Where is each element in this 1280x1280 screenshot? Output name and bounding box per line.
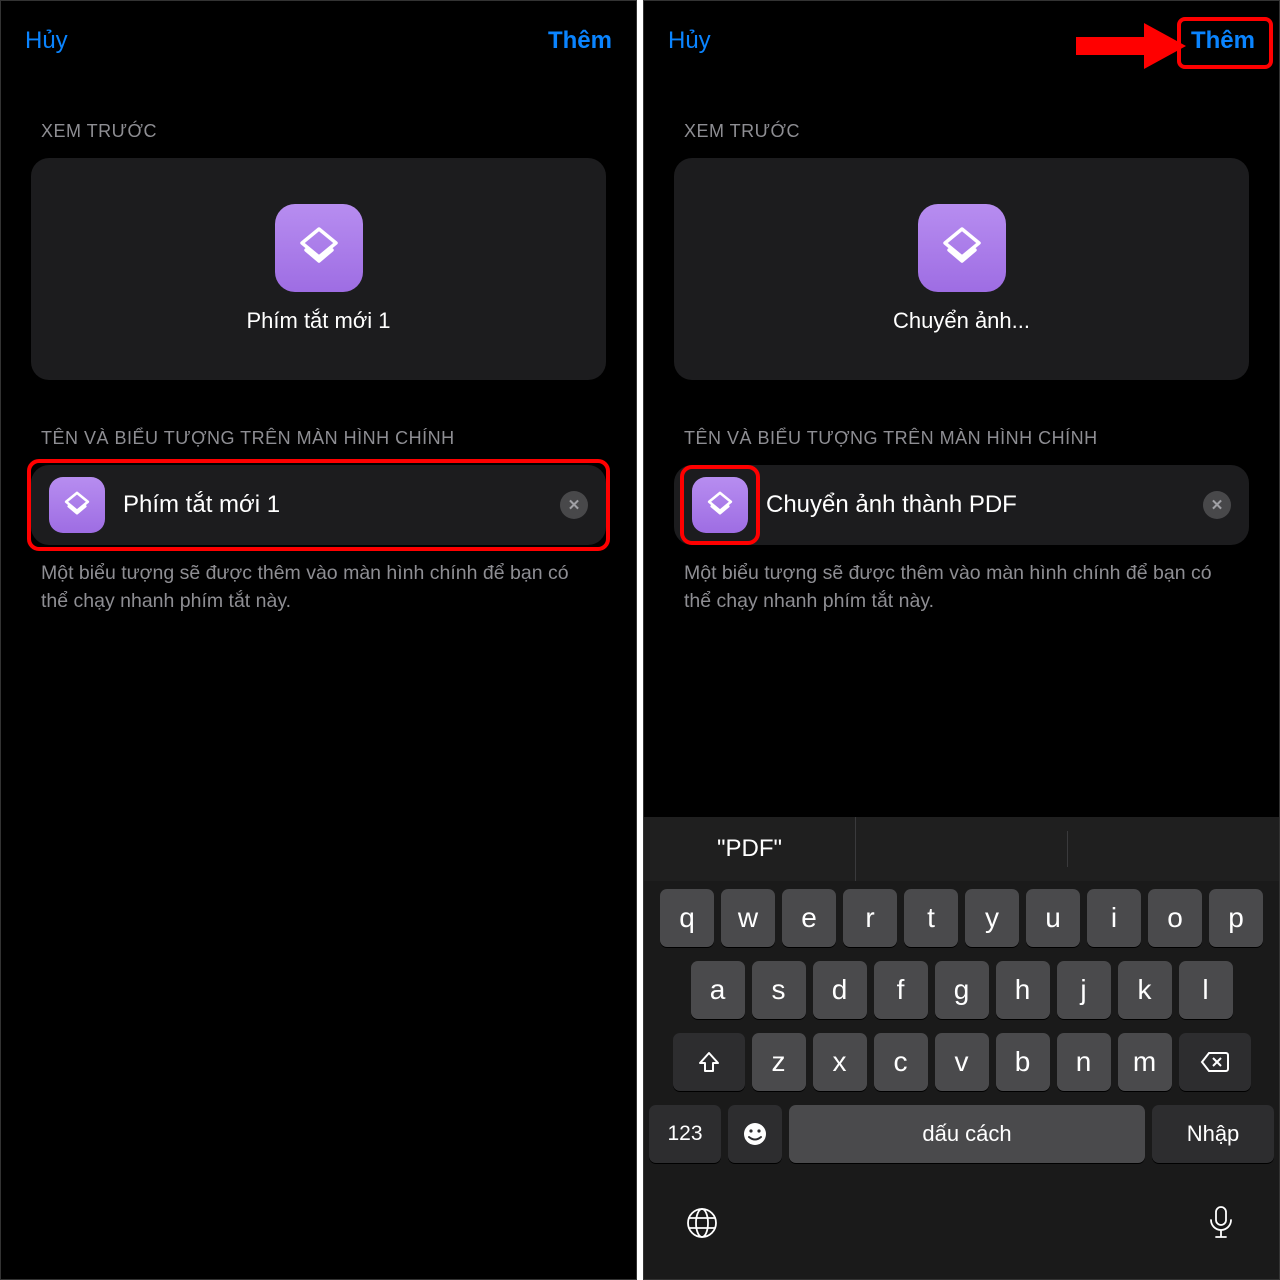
add-button[interactable]: Thêm bbox=[1191, 27, 1255, 55]
shortcuts-app-icon bbox=[918, 204, 1006, 292]
shortcut-name-input[interactable] bbox=[123, 491, 542, 519]
preview-name-label: Phím tắt mới 1 bbox=[246, 308, 390, 334]
navbar: Hủy Thêm bbox=[644, 1, 1279, 73]
key-o[interactable]: o bbox=[1148, 889, 1202, 947]
key-p[interactable]: p bbox=[1209, 889, 1263, 947]
screen-left: Hủy Thêm XEM TRƯỚC Phím tắt mới 1 TÊN VÀ… bbox=[0, 0, 637, 1280]
hint-text: Một biểu tượng sẽ được thêm vào màn hình… bbox=[644, 545, 1279, 630]
globe-icon[interactable] bbox=[684, 1205, 720, 1241]
key-f[interactable]: f bbox=[874, 961, 928, 1019]
shortcuts-app-icon bbox=[275, 204, 363, 292]
key-d[interactable]: d bbox=[813, 961, 867, 1019]
key-m[interactable]: m bbox=[1118, 1033, 1172, 1091]
key-t[interactable]: t bbox=[904, 889, 958, 947]
key-y[interactable]: y bbox=[965, 889, 1019, 947]
preview-header: XEM TRƯỚC bbox=[644, 121, 1279, 142]
screen-right: Hủy Thêm XEM TRƯỚC Chuyển ảnh... TÊN VÀ … bbox=[643, 0, 1280, 1280]
key-r[interactable]: r bbox=[843, 889, 897, 947]
clear-text-button[interactable] bbox=[1203, 491, 1231, 519]
cancel-button[interactable]: Hủy bbox=[25, 27, 68, 55]
key-l[interactable]: l bbox=[1179, 961, 1233, 1019]
space-key[interactable]: dấu cách bbox=[789, 1105, 1145, 1163]
enter-key[interactable]: Nhập bbox=[1152, 1105, 1274, 1163]
name-icon-header: TÊN VÀ BIỂU TƯỢNG TRÊN MÀN HÌNH CHÍNH bbox=[644, 428, 1279, 449]
cancel-button[interactable]: Hủy bbox=[668, 27, 711, 55]
key-s[interactable]: s bbox=[752, 961, 806, 1019]
preview-card: Chuyển ảnh... bbox=[674, 158, 1249, 380]
prediction-item-empty[interactable] bbox=[856, 831, 1068, 867]
numbers-key[interactable]: 123 bbox=[649, 1105, 721, 1163]
shortcut-icon-button[interactable] bbox=[49, 477, 105, 533]
emoji-key[interactable] bbox=[728, 1105, 782, 1163]
key-q[interactable]: q bbox=[660, 889, 714, 947]
key-w[interactable]: w bbox=[721, 889, 775, 947]
preview-header: XEM TRƯỚC bbox=[1, 121, 636, 142]
key-g[interactable]: g bbox=[935, 961, 989, 1019]
mic-icon[interactable] bbox=[1203, 1205, 1239, 1241]
navbar: Hủy Thêm bbox=[1, 1, 636, 73]
prediction-item[interactable]: "PDF" bbox=[644, 817, 856, 881]
hint-text: Một biểu tượng sẽ được thêm vào màn hình… bbox=[1, 545, 636, 630]
key-z[interactable]: z bbox=[752, 1033, 806, 1091]
name-icon-header: TÊN VÀ BIỂU TƯỢNG TRÊN MÀN HÌNH CHÍNH bbox=[1, 428, 636, 449]
shortcut-name-input[interactable] bbox=[766, 491, 1185, 519]
key-row-2: asdfghjkl bbox=[649, 961, 1274, 1019]
key-row-3: zxcvbnm bbox=[649, 1033, 1274, 1091]
key-row-4: 123 dấu cách Nhập bbox=[649, 1105, 1274, 1163]
key-i[interactable]: i bbox=[1087, 889, 1141, 947]
prediction-bar: "PDF" bbox=[644, 817, 1279, 881]
key-k[interactable]: k bbox=[1118, 961, 1172, 1019]
key-v[interactable]: v bbox=[935, 1033, 989, 1091]
keyboard: "PDF" qwertyuiop asdfghjkl zxcvbnm 123 bbox=[644, 817, 1279, 1279]
shortcut-icon-button[interactable] bbox=[692, 477, 748, 533]
key-n[interactable]: n bbox=[1057, 1033, 1111, 1091]
shift-key[interactable] bbox=[673, 1033, 745, 1091]
key-j[interactable]: j bbox=[1057, 961, 1111, 1019]
prediction-item-empty[interactable] bbox=[1068, 831, 1279, 867]
key-a[interactable]: a bbox=[691, 961, 745, 1019]
name-input-card bbox=[674, 465, 1249, 545]
keyboard-bottom-row bbox=[644, 1183, 1279, 1279]
clear-text-button[interactable] bbox=[560, 491, 588, 519]
name-input-card bbox=[31, 465, 606, 545]
backspace-key[interactable] bbox=[1179, 1033, 1251, 1091]
key-b[interactable]: b bbox=[996, 1033, 1050, 1091]
add-button[interactable]: Thêm bbox=[548, 27, 612, 55]
key-e[interactable]: e bbox=[782, 889, 836, 947]
preview-name-label: Chuyển ảnh... bbox=[893, 308, 1030, 334]
key-h[interactable]: h bbox=[996, 961, 1050, 1019]
key-row-1: qwertyuiop bbox=[649, 889, 1274, 947]
key-c[interactable]: c bbox=[874, 1033, 928, 1091]
key-x[interactable]: x bbox=[813, 1033, 867, 1091]
key-u[interactable]: u bbox=[1026, 889, 1080, 947]
preview-card: Phím tắt mới 1 bbox=[31, 158, 606, 380]
